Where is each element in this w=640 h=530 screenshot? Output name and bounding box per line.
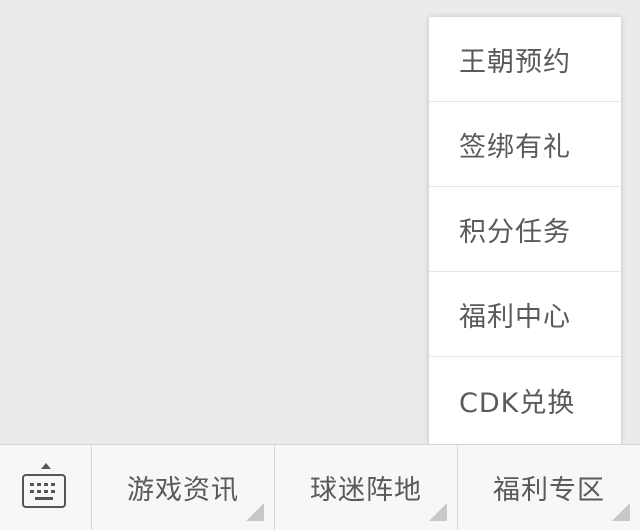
tab-game-news[interactable]: 游戏资讯 bbox=[92, 445, 275, 530]
menu-item-welfare-center[interactable]: 福利中心 bbox=[429, 272, 621, 357]
tab-label: 球迷阵地 bbox=[310, 475, 422, 506]
menu-item-label: 福利中心 bbox=[459, 301, 571, 333]
popup-menu: 王朝预约 签绑有礼 积分任务 福利中心 CDK兑换 bbox=[429, 17, 621, 444]
menu-item-label: 积分任务 bbox=[459, 216, 571, 248]
submenu-indicator-icon bbox=[246, 503, 264, 521]
tab-label: 游戏资讯 bbox=[127, 475, 239, 506]
keyboard-icon bbox=[22, 474, 66, 508]
menu-item-label: CDK兑换 bbox=[459, 388, 576, 419]
bottom-menu-bar: 游戏资讯 球迷阵地 福利专区 bbox=[0, 444, 640, 530]
submenu-indicator-icon bbox=[612, 503, 630, 521]
menu-item-label: 签绑有礼 bbox=[459, 131, 571, 163]
menu-item-cdk-redeem[interactable]: CDK兑换 bbox=[429, 357, 621, 444]
menu-item-dynasty-reservation[interactable]: 王朝预约 bbox=[429, 17, 621, 102]
menu-item-points-tasks[interactable]: 积分任务 bbox=[429, 187, 621, 272]
tab-welfare-zone[interactable]: 福利专区 bbox=[458, 445, 640, 530]
keyboard-toggle-button[interactable] bbox=[0, 445, 92, 530]
tab-label: 福利专区 bbox=[493, 475, 605, 506]
tab-fan-zone[interactable]: 球迷阵地 bbox=[275, 445, 458, 530]
chevron-up-icon bbox=[41, 463, 51, 469]
menu-item-label: 王朝预约 bbox=[459, 46, 571, 78]
submenu-indicator-icon bbox=[429, 503, 447, 521]
menu-item-sign-bind-gift[interactable]: 签绑有礼 bbox=[429, 102, 621, 187]
